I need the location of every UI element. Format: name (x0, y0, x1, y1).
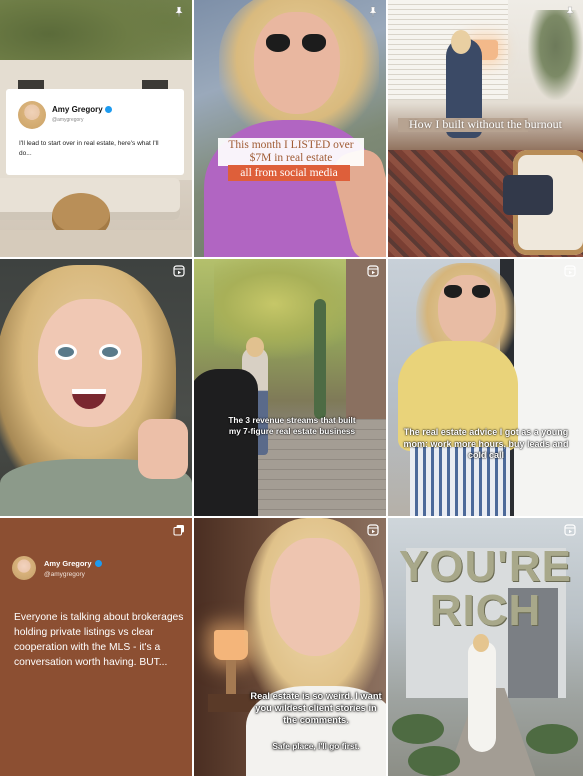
sunglasses-lens (302, 34, 326, 52)
verified-icon (94, 560, 102, 567)
photo-eye (102, 347, 118, 357)
sunglasses-lens (472, 285, 490, 298)
post-caption: The real estate advice I got as a young … (403, 427, 569, 460)
reel-icon (367, 265, 379, 277)
photo-shrub (408, 746, 460, 776)
sunglasses-lens (444, 285, 462, 298)
photo-eye (58, 347, 74, 357)
photo-tree (214, 259, 364, 359)
reel-icon (564, 265, 576, 277)
overlay-text: YOU'RE (399, 542, 572, 591)
reel-icon (173, 265, 185, 277)
avatar (18, 101, 46, 129)
verified-icon (104, 106, 112, 113)
grid-post-4[interactable] (0, 259, 192, 516)
post-caption: The 3 revenue streams that built my 7-fi… (228, 415, 356, 436)
overlay-text: RICH (429, 586, 542, 635)
tweet-card: Amy Gregory @amygregory I'll lead to sta… (6, 89, 184, 175)
post-caption: How I built without the burnout (409, 117, 562, 131)
photo-camera-operator (194, 369, 258, 516)
tweet-text: Everyone is talking about brokerages hol… (14, 612, 184, 668)
grid-post-6[interactable]: The real estate advice I got as a young … (388, 259, 583, 516)
reel-icon (564, 524, 576, 536)
photo-person-head (246, 337, 264, 357)
avatar (12, 556, 36, 580)
tweet-text: I'll lead to start over in real estate, … (19, 140, 159, 157)
carousel-icon (173, 524, 185, 536)
grid-post-7[interactable]: Amy Gregory @amygregory Everyone is talk… (0, 518, 192, 776)
photo-lamp (214, 630, 248, 660)
tweet-author-name: Amy Gregory (44, 559, 102, 568)
grid-post-3[interactable]: How I built without the burnout (388, 0, 583, 257)
photo-cactus (314, 299, 326, 419)
pin-icon (173, 6, 185, 18)
photo-pillow (503, 175, 553, 215)
post-caption: Real estate is so weird. I want you wild… (250, 691, 382, 725)
photo-face (254, 12, 340, 114)
grid-post-8[interactable]: Real estate is so weird. I want you wild… (194, 518, 386, 776)
photo-hand (138, 419, 188, 479)
photo-shrub (526, 724, 578, 754)
photo-person-head (451, 30, 471, 54)
photo-person-head (473, 634, 489, 652)
photo-face (270, 538, 360, 656)
profile-post-grid: Amy Gregory @amygregory I'll lead to sta… (0, 0, 583, 776)
photo-wall (346, 259, 386, 429)
caption-highlight: all from social media (228, 165, 350, 181)
grid-post-2[interactable]: This month I LISTED over $7M in real esta… (194, 0, 386, 257)
grid-post-1[interactable]: Amy Gregory @amygregory I'll lead to sta… (0, 0, 192, 257)
tweet-handle: @amygregory (44, 571, 85, 578)
post-caption-secondary: Safe place, I'll go first. (272, 741, 360, 751)
reel-icon (367, 524, 379, 536)
pin-icon (564, 6, 576, 18)
photo-shrub (392, 714, 444, 744)
sunglasses-lens (266, 34, 290, 52)
photo-ground (0, 230, 192, 257)
grid-post-9[interactable]: YOU'RE RICH (388, 518, 583, 776)
caption-line: This month I LISTED over $7M in real esta… (218, 138, 364, 166)
photo-plant (528, 10, 583, 100)
tweet-handle: @amygregory (52, 117, 84, 123)
tweet-author-name: Amy Gregory (52, 105, 112, 114)
photo-person (468, 642, 496, 752)
grid-post-5[interactable]: The 3 revenue streams that built my 7-fi… (194, 259, 386, 516)
pin-icon (367, 6, 379, 18)
